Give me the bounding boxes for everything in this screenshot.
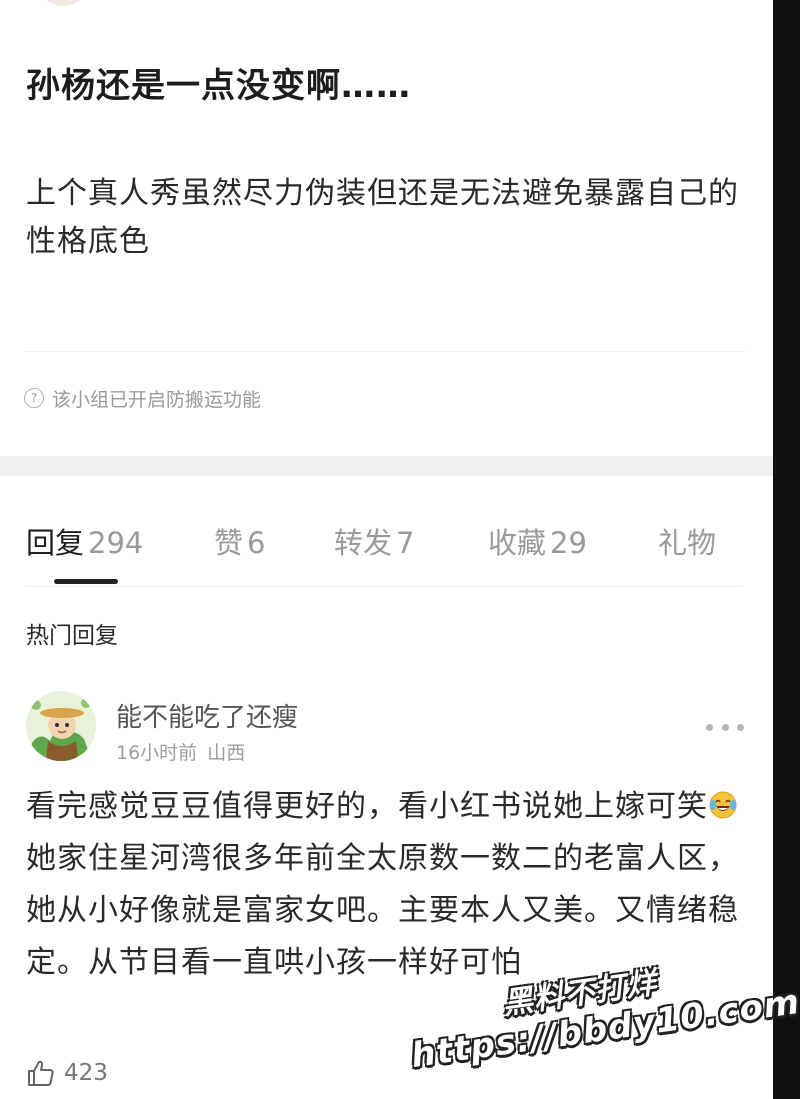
screen-edge (773, 0, 800, 1099)
comment-time: 16小时前 (116, 742, 198, 764)
avatar[interactable] (26, 691, 96, 761)
like-count: 423 (64, 1060, 108, 1086)
author-avatar-partial[interactable] (36, 0, 90, 6)
like-button[interactable]: 423 (26, 1058, 108, 1088)
post-tabs: 回复 294 赞6 转发 7 收藏 29 礼物 (0, 510, 773, 570)
tab-replies[interactable]: 回复 294 (26, 520, 143, 562)
notice-text: 该小组已开启防搬运功能 (52, 388, 262, 411)
comment-text: 看完感觉豆豆值得更好的，看小红书说她上嫁可笑 她家住星河湾很多年前全太原数一数二… (26, 781, 746, 989)
post-title: 孙杨还是一点没变啊…… (26, 66, 411, 106)
more-dots-icon[interactable] (706, 720, 744, 734)
laughing-tears-emoji (709, 791, 737, 819)
tabs-divider (26, 586, 742, 587)
tab-reposts[interactable]: 转发 7 (334, 520, 414, 562)
comment-meta: 16小时前 山西 (116, 738, 245, 765)
hot-replies-heading: 热门回复 (26, 623, 118, 649)
section-separator (0, 456, 773, 476)
tab-gifts[interactable]: 礼物 (658, 520, 716, 562)
comment-text-part1: 看完感觉豆豆值得更好的，看小红书说她上嫁可笑 (26, 789, 708, 824)
question-circle-icon[interactable]: ? (24, 388, 44, 408)
comment-location: 山西 (207, 742, 246, 764)
tab-favorites[interactable]: 收藏 29 (488, 520, 587, 562)
anti-repost-notice: ? 该小组已开启防搬运功能 (24, 384, 261, 412)
active-tab-indicator (54, 579, 118, 584)
tab-likes[interactable]: 赞6 (214, 520, 265, 562)
cartoon-avatar-icon (26, 691, 96, 761)
comment-username[interactable]: 能不能吃了还瘦 (116, 697, 298, 734)
thumbs-up-icon (28, 1060, 54, 1086)
watermark-line2: https://bbdy10.com (408, 981, 800, 1077)
post-body: 上个真人秀虽然尽力伪装但还是无法避免暴露自己的性格底色 (26, 176, 739, 259)
divider (26, 351, 746, 352)
comment-text-part2: 她家住星河湾很多年前全太原数一数二的老富人区，她从小好像就是富家女吧。主要本人又… (26, 841, 739, 980)
